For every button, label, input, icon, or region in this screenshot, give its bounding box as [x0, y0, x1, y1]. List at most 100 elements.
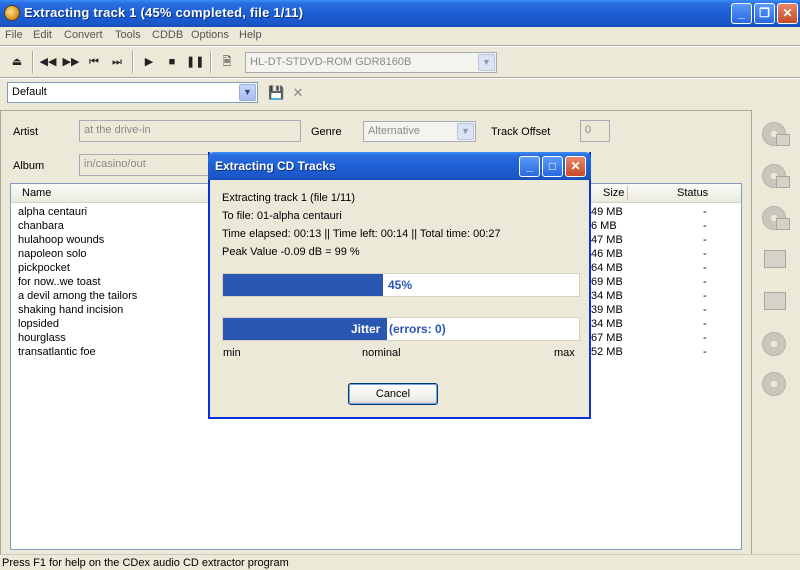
chevron-down-icon[interactable]: ▼ — [478, 54, 495, 71]
track-status: - — [703, 206, 707, 218]
dialog-close-button[interactable]: ✕ — [565, 156, 586, 177]
track-size: 46 MB — [591, 248, 623, 260]
close-button[interactable]: ✕ — [777, 3, 798, 24]
track-search-button[interactable] — [758, 328, 794, 362]
menu-convert[interactable]: Convert — [64, 29, 103, 41]
track-size: 47 MB — [591, 234, 623, 246]
column-header-size[interactable]: Size — [603, 187, 624, 199]
track-name[interactable]: alpha centauri — [18, 206, 87, 218]
extraction-progress-label: 45% — [388, 278, 413, 292]
menu-edit[interactable]: Edit — [33, 29, 52, 41]
track-status: - — [703, 248, 707, 260]
track-name[interactable]: shaking hand incision — [18, 304, 123, 316]
window-titlebar: Extracting track 1 (45% completed, file … — [0, 0, 800, 27]
track-size: 67 MB — [591, 332, 623, 344]
track-name[interactable]: pickpocket — [18, 262, 70, 274]
cancel-button[interactable]: Cancel — [348, 383, 438, 405]
convert-files-button[interactable] — [758, 286, 794, 320]
track-name[interactable]: napoleon solo — [18, 248, 87, 260]
save-profile-icon[interactable]: 💾 — [268, 85, 284, 101]
status-text: Press F1 for help on the CDex audio CD e… — [2, 557, 289, 569]
track-status: - — [703, 276, 707, 288]
eject-icon[interactable]: ⏏ — [8, 53, 26, 71]
read-cddb-button[interactable] — [758, 118, 794, 152]
next-track-icon[interactable]: ⏭ — [108, 53, 126, 71]
album-label: Album — [13, 160, 45, 172]
rewind-icon[interactable]: ◀◀ — [39, 53, 57, 71]
extraction-progress-bar: 45% — [222, 273, 580, 297]
fast-forward-icon[interactable]: ▶▶ — [62, 53, 80, 71]
menu-tools[interactable]: Tools — [115, 29, 141, 41]
chevron-down-icon[interactable]: ▼ — [457, 123, 474, 140]
menu-file[interactable]: File — [5, 29, 23, 41]
track-name[interactable]: hulahoop wounds — [18, 234, 104, 246]
dialog-status-track: Extracting track 1 (file 1/11) — [222, 192, 356, 204]
track-status: - — [703, 262, 707, 274]
dialog-status-peak: Peak Value -0.09 dB = 99 % — [222, 246, 360, 258]
pause-icon[interactable]: ❚❚ — [186, 53, 204, 71]
track-name[interactable]: a devil among the tailors — [18, 290, 137, 302]
stop-icon[interactable]: ■ — [163, 53, 181, 71]
cd-drive-select[interactable]: HL-DT-STDVD-ROM GDR8160B ▼ — [245, 52, 497, 73]
menu-help[interactable]: Help — [239, 29, 262, 41]
minimize-button[interactable]: _ — [731, 3, 752, 24]
track-size: 52 MB — [591, 346, 623, 358]
chevron-down-icon[interactable]: ▼ — [239, 84, 256, 101]
column-header-status[interactable]: Status — [677, 187, 708, 199]
toolbar-separator — [132, 51, 134, 73]
track-name[interactable]: for now..we toast — [18, 276, 101, 288]
extract-partial-button[interactable] — [758, 202, 794, 236]
dialog-maximize-button[interactable]: □ — [542, 156, 563, 177]
column-header-name[interactable]: Name — [22, 187, 51, 199]
previous-track-icon[interactable]: ⏮ — [85, 53, 103, 71]
convert-wav-button[interactable] — [758, 244, 794, 278]
track-status: - — [703, 332, 707, 344]
toolbar-separator — [32, 51, 34, 73]
artist-field[interactable]: at the drive-in — [79, 120, 301, 142]
settings-button[interactable] — [758, 368, 794, 402]
jitter-errors: (errors: 0) — [389, 322, 446, 336]
delete-profile-icon[interactable]: ✕ — [290, 85, 306, 101]
waveform-icon — [764, 292, 786, 310]
window-title: Extracting track 1 (45% completed, file … — [24, 5, 304, 20]
menu-cddb[interactable]: CDDB — [152, 29, 183, 41]
dialog-status-time: Time elapsed: 00:13 || Time left: 00:14 … — [222, 228, 501, 240]
track-size: 34 MB — [591, 290, 623, 302]
toolbar-separator — [210, 51, 212, 73]
track-info-icon[interactable]: 🗎 — [218, 53, 236, 71]
gear-icon — [762, 372, 786, 396]
menu-options[interactable]: Options — [191, 29, 229, 41]
column-divider[interactable] — [627, 186, 628, 200]
genre-select[interactable]: Alternative ▼ — [363, 121, 476, 142]
track-offset-field[interactable]: 0 — [580, 120, 610, 142]
cdex-app-icon — [4, 5, 20, 21]
restore-button[interactable]: ❐ — [754, 3, 775, 24]
track-size: 6 MB — [591, 220, 617, 232]
track-name[interactable]: chanbara — [18, 220, 64, 232]
track-size: 39 MB — [591, 304, 623, 316]
magnifier-icon — [762, 332, 786, 356]
extract-tracks-button[interactable] — [758, 160, 794, 194]
extract-dialog: Extracting CD Tracks _ □ ✕ Extracting tr… — [208, 152, 591, 419]
track-size: 34 MB — [591, 318, 623, 330]
jitter-label: Jitter — [351, 322, 381, 336]
play-icon[interactable]: ▶ — [140, 53, 158, 71]
jitter-scale-nominal: nominal — [362, 347, 401, 359]
track-status: - — [703, 234, 707, 246]
genre-label: Genre — [311, 126, 342, 138]
track-name[interactable]: transatlantic foe — [18, 346, 96, 358]
profile-select[interactable]: Default ▼ — [7, 82, 258, 103]
track-size: 49 MB — [591, 206, 623, 218]
track-name[interactable]: hourglass — [18, 332, 66, 344]
jitter-bar: Jitter (errors: 0) — [222, 317, 580, 341]
dialog-minimize-button[interactable]: _ — [519, 156, 540, 177]
track-offset-label: Track Offset — [491, 126, 551, 138]
wave-icon — [764, 250, 786, 268]
track-name[interactable]: lopsided — [18, 318, 59, 330]
cddb-icon — [776, 134, 790, 146]
profile-value: Default — [12, 86, 47, 98]
dialog-titlebar: Extracting CD Tracks _ □ ✕ — [208, 152, 591, 180]
track-status: - — [703, 318, 707, 330]
jitter-scale-min: min — [223, 347, 241, 359]
menu-bar: File Edit Convert Tools CDDB Options Hel… — [0, 27, 800, 45]
